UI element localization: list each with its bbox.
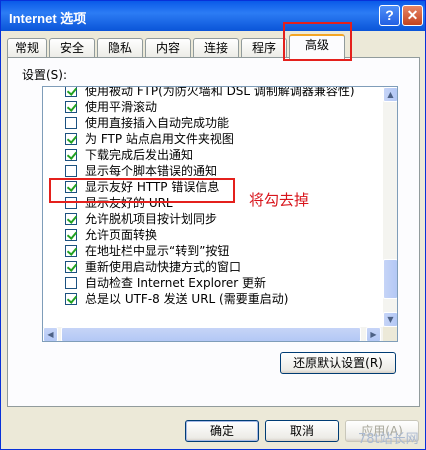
tab-bar: 常规 安全 隐私 内容 连接 程序 高级: [7, 34, 421, 59]
horizontal-scrollbar[interactable]: ◀ ▶: [43, 327, 383, 341]
settings-list: 使用被动 FTP(为防火墙和 DSL 调制解调器兼容性) 使用平滑滚动使用直接插入…: [42, 86, 398, 342]
tab-privacy[interactable]: 隐私: [97, 38, 143, 58]
settings-row[interactable]: 使用平滑滚动: [43, 99, 383, 115]
window-title: Internet 选项: [9, 11, 87, 26]
tab-advanced[interactable]: 高级: [289, 34, 345, 59]
internet-options-window: Internet 选项 ? ✕ 常规 安全 隐私 内容 连接 程序 高级 设置(…: [0, 0, 426, 450]
advanced-panel: 设置(S): 使用被动 FTP(为防火墙和 DSL 调制解调器兼容性) 使用平滑滚…: [7, 57, 420, 407]
checkbox-unchecked-icon[interactable]: [65, 117, 77, 129]
checkbox-checked-icon[interactable]: [65, 229, 77, 241]
settings-row-label: 在地址栏中显示“转到”按钮: [85, 244, 230, 258]
settings-row-label: 允许页面转换: [85, 228, 158, 242]
checkbox-checked-icon[interactable]: [65, 261, 77, 273]
settings-row[interactable]: 使用被动 FTP(为防火墙和 DSL 调制解调器兼容性): [43, 86, 383, 99]
settings-row[interactable]: 下载完成后发出通知: [43, 147, 383, 163]
settings-row[interactable]: 允许脱机项目按计划同步: [43, 211, 383, 227]
settings-row[interactable]: 重新使用启动快捷方式的窗口: [43, 259, 383, 275]
annotation-text: 将勾去掉: [249, 191, 310, 209]
tab-security[interactable]: 安全: [49, 38, 95, 58]
settings-row[interactable]: 显示每个脚本错误的通知: [43, 163, 383, 179]
checkbox-checked-icon[interactable]: [65, 293, 77, 305]
restore-defaults-button[interactable]: 还原默认设置(R): [280, 352, 396, 374]
settings-row-label: 总是以 UTF-8 发送 URL (需要重启动): [85, 292, 289, 306]
settings-row-label: 显示每个脚本错误的通知: [85, 164, 218, 178]
settings-row-label: 允许脱机项目按计划同步: [85, 212, 218, 226]
friendly-http-errors-highlight: [49, 178, 235, 203]
checkbox-checked-icon[interactable]: [65, 213, 77, 225]
close-button[interactable]: ✕: [402, 5, 423, 26]
help-button[interactable]: ?: [379, 5, 400, 26]
vertical-scrollbar[interactable]: ▲ ▼: [383, 87, 397, 327]
settings-row[interactable]: 自动检查 Internet Explorer 更新: [43, 275, 383, 291]
ok-button[interactable]: 确定: [185, 420, 259, 442]
scroll-left-arrow-icon[interactable]: ◀: [43, 327, 58, 341]
title-bar: Internet 选项 ? ✕: [1, 1, 425, 31]
checkbox-checked-icon[interactable]: [65, 245, 77, 257]
settings-row-label: 为 FTP 站点启用文件夹视图: [85, 132, 234, 146]
cancel-button[interactable]: 取消: [265, 420, 339, 442]
settings-row-label: 使用平滑滚动: [85, 100, 158, 114]
settings-row[interactable]: 在地址栏中显示“转到”按钮: [43, 243, 383, 259]
tab-programs[interactable]: 程序: [241, 38, 287, 58]
scroll-corner: [383, 327, 397, 341]
checkbox-unchecked-icon[interactable]: [65, 165, 77, 177]
checkbox-checked-icon[interactable]: [65, 133, 77, 145]
settings-row-label: 自动检查 Internet Explorer 更新: [85, 276, 267, 290]
settings-row-label: 重新使用启动快捷方式的窗口: [85, 260, 242, 274]
checkbox-unchecked-icon[interactable]: [65, 277, 77, 289]
checkbox-checked-icon[interactable]: [65, 101, 77, 113]
tab-general[interactable]: 常规: [7, 38, 47, 58]
scroll-up-arrow-icon[interactable]: ▲: [383, 87, 397, 102]
settings-label: 设置(S):: [22, 68, 68, 82]
settings-row[interactable]: 使用直接插入自动完成功能: [43, 115, 383, 131]
settings-row-label: 使用直接插入自动完成功能: [85, 116, 230, 130]
tab-content[interactable]: 内容: [145, 38, 191, 58]
scroll-down-arrow-icon[interactable]: ▼: [383, 312, 397, 327]
settings-row-label: 使用被动 FTP(为防火墙和 DSL 调制解调器兼容性): [85, 86, 355, 98]
vertical-scroll-thumb[interactable]: [383, 259, 397, 299]
watermark-text: 78t站长网: [358, 432, 419, 447]
checkbox-checked-icon[interactable]: [65, 87, 77, 97]
scroll-right-arrow-icon[interactable]: ▶: [366, 327, 381, 341]
settings-row[interactable]: 为 FTP 站点启用文件夹视图: [43, 131, 383, 147]
settings-row-label: 下载完成后发出通知: [85, 148, 194, 162]
checkbox-checked-icon[interactable]: [65, 149, 77, 161]
settings-row[interactable]: 总是以 UTF-8 发送 URL (需要重启动): [43, 291, 383, 307]
horizontal-scroll-thumb[interactable]: [61, 327, 361, 341]
tab-connections[interactable]: 连接: [193, 38, 239, 58]
settings-row[interactable]: 允许页面转换: [43, 227, 383, 243]
